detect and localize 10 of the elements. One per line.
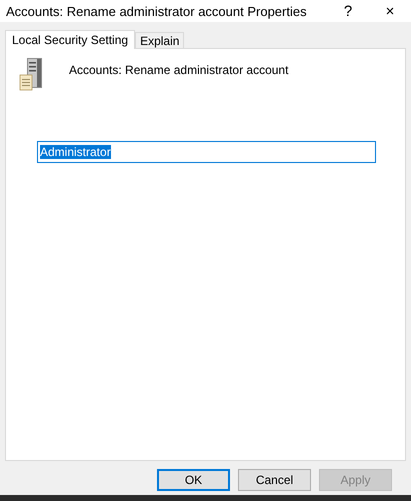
help-button[interactable]: ? xyxy=(327,0,369,22)
tab[interactable]: Local Security Setting xyxy=(5,30,136,49)
window-title: Accounts: Rename administrator account Properties xyxy=(6,4,308,18)
close-button[interactable]: × xyxy=(369,0,411,22)
selected-text: Administrator xyxy=(40,145,111,159)
account-name-field[interactable]: Administrator xyxy=(37,141,376,163)
policy-name: Accounts: Rename administrator account xyxy=(69,63,288,77)
dialog-button[interactable]: Cancel xyxy=(238,469,311,491)
dialog-button[interactable]: OK xyxy=(157,469,230,491)
tab[interactable]: Explain xyxy=(135,32,184,48)
